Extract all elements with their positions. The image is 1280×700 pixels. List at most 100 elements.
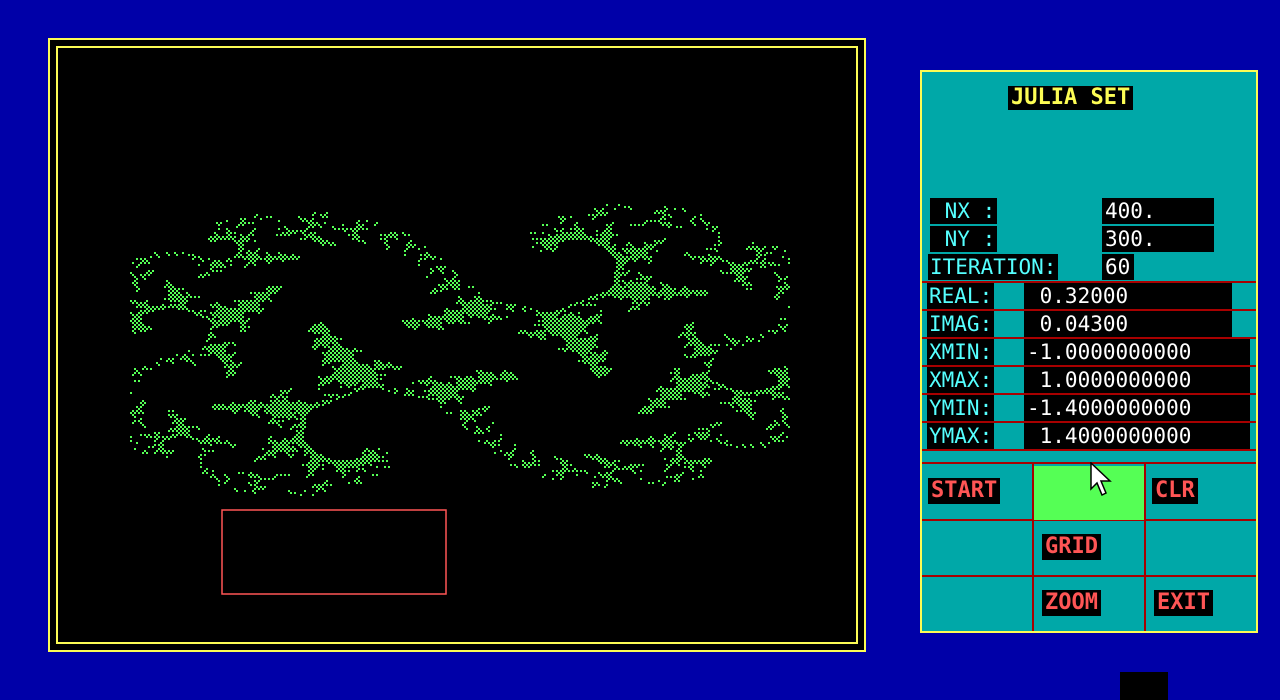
julia-point: [328, 382, 330, 384]
julia-point: [310, 328, 312, 330]
julia-point: [208, 274, 210, 276]
julia-point: [352, 466, 354, 468]
julia-point: [298, 432, 300, 434]
julia-point: [704, 290, 706, 292]
clr-button[interactable]: CLR: [1152, 478, 1198, 504]
grid-button[interactable]: GRID: [1042, 534, 1101, 560]
julia-point: [658, 292, 660, 294]
julia-point: [618, 460, 620, 462]
julia-point: [222, 312, 224, 314]
julia-point: [168, 410, 170, 412]
julia-point: [350, 392, 352, 394]
julia-point: [246, 300, 248, 302]
julia-point: [760, 254, 762, 256]
julia-point: [330, 348, 332, 350]
xmax-field[interactable]: 1.0000000000: [1024, 367, 1250, 393]
julia-point: [694, 336, 696, 338]
julia-point: [210, 440, 212, 442]
xmin-field[interactable]: -1.0000000000: [1024, 339, 1250, 365]
plot-canvas[interactable]: [56, 46, 858, 644]
julia-point: [448, 318, 450, 320]
start-button[interactable]: START: [928, 478, 1001, 504]
julia-point: [602, 232, 604, 234]
zoom-button[interactable]: ZOOM: [1042, 590, 1101, 616]
julia-point: [354, 348, 356, 350]
julia-point: [702, 464, 704, 466]
julia-point: [418, 380, 420, 382]
julia-point: [596, 362, 598, 364]
julia-point: [304, 418, 306, 420]
julia-point: [632, 306, 634, 308]
julia-point: [320, 326, 322, 328]
julia-point: [290, 456, 292, 458]
real-field[interactable]: 0.32000: [1024, 283, 1232, 309]
julia-point: [590, 320, 592, 322]
julia-point: [494, 376, 496, 378]
julia-point: [240, 310, 242, 312]
julia-point: [296, 402, 298, 404]
julia-point: [554, 316, 556, 318]
julia-point: [594, 240, 596, 242]
julia-point: [328, 338, 330, 340]
julia-point: [544, 474, 546, 476]
julia-point: [322, 460, 324, 462]
julia-point: [778, 384, 780, 386]
julia-point: [358, 224, 360, 226]
julia-point: [162, 308, 164, 310]
julia-point: [276, 450, 278, 452]
nx-field[interactable]: 400.: [1102, 198, 1214, 224]
julia-point: [454, 284, 456, 286]
active-button-cell[interactable]: [1034, 466, 1144, 520]
julia-point: [774, 436, 776, 438]
julia-point: [560, 230, 562, 232]
julia-point: [618, 288, 620, 290]
julia-point: [208, 450, 210, 452]
julia-point: [554, 456, 556, 458]
julia-point: [702, 392, 704, 394]
julia-point: [340, 466, 342, 468]
julia-point: [170, 436, 172, 438]
ymin-field[interactable]: -1.4000000000: [1024, 395, 1250, 421]
julia-point: [222, 356, 224, 358]
julia-point: [288, 450, 290, 452]
julia-point: [782, 372, 784, 374]
julia-point: [460, 310, 462, 312]
julia-point: [550, 236, 552, 238]
imag-field[interactable]: 0.04300: [1024, 311, 1232, 337]
julia-point: [212, 238, 214, 240]
julia-point: [324, 338, 326, 340]
julia-point: [318, 404, 320, 406]
julia-point: [352, 462, 354, 464]
julia-point: [346, 372, 348, 374]
julia-point: [458, 320, 460, 322]
ymax-field[interactable]: 1.4000000000: [1024, 423, 1250, 449]
julia-point: [220, 262, 222, 264]
julia-point: [744, 406, 746, 408]
julia-point: [330, 340, 332, 342]
iteration-field[interactable]: 60: [1102, 254, 1134, 280]
julia-point: [374, 452, 376, 454]
julia-point: [590, 296, 592, 298]
julia-point: [410, 320, 412, 322]
julia-point: [556, 318, 558, 320]
julia-point: [312, 458, 314, 460]
julia-point: [622, 256, 624, 258]
julia-point: [560, 318, 562, 320]
julia-point: [566, 316, 568, 318]
julia-point: [328, 458, 330, 460]
julia-point: [718, 244, 720, 246]
julia-point: [472, 386, 474, 388]
julia-point: [174, 416, 176, 418]
julia-point: [486, 376, 488, 378]
ny-field[interactable]: 300.: [1102, 226, 1214, 252]
julia-point: [572, 326, 574, 328]
julia-point: [624, 442, 626, 444]
julia-point: [340, 382, 342, 384]
julia-point: [238, 316, 240, 318]
julia-point: [692, 438, 694, 440]
julia-point: [638, 252, 640, 254]
julia-point: [618, 252, 620, 254]
julia-point: [692, 222, 694, 224]
zoom-selection-box[interactable]: [221, 509, 447, 595]
exit-button[interactable]: EXIT: [1154, 590, 1213, 616]
